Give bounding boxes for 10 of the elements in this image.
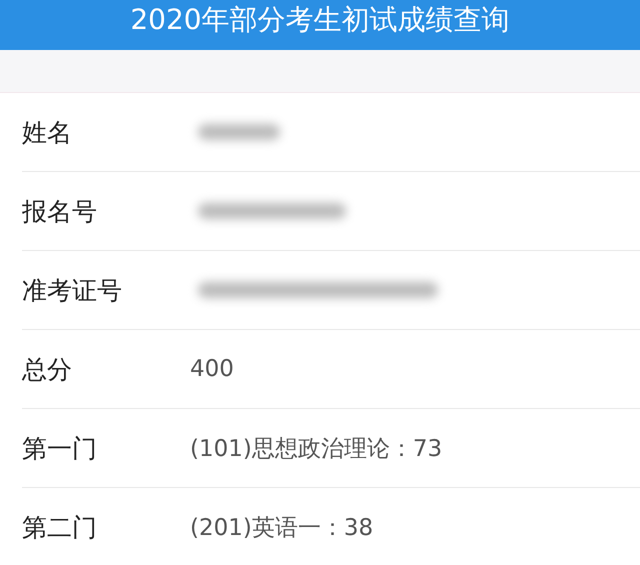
field-value: 400 — [190, 356, 234, 382]
field-label: 姓名 — [22, 116, 73, 148]
field-value: (201)英语一：38 — [190, 514, 374, 542]
field-label: 准考证号 — [22, 274, 123, 306]
field-label: 第二门 — [22, 512, 98, 544]
field-value: (101)思想政治理论：73 — [190, 434, 442, 464]
field-label: 第一门 — [22, 432, 98, 464]
field-label: 报名号 — [22, 196, 98, 228]
page-title: 2020年部分考生初试成绩查询 — [130, 2, 510, 38]
field-label: 总分 — [22, 354, 73, 386]
